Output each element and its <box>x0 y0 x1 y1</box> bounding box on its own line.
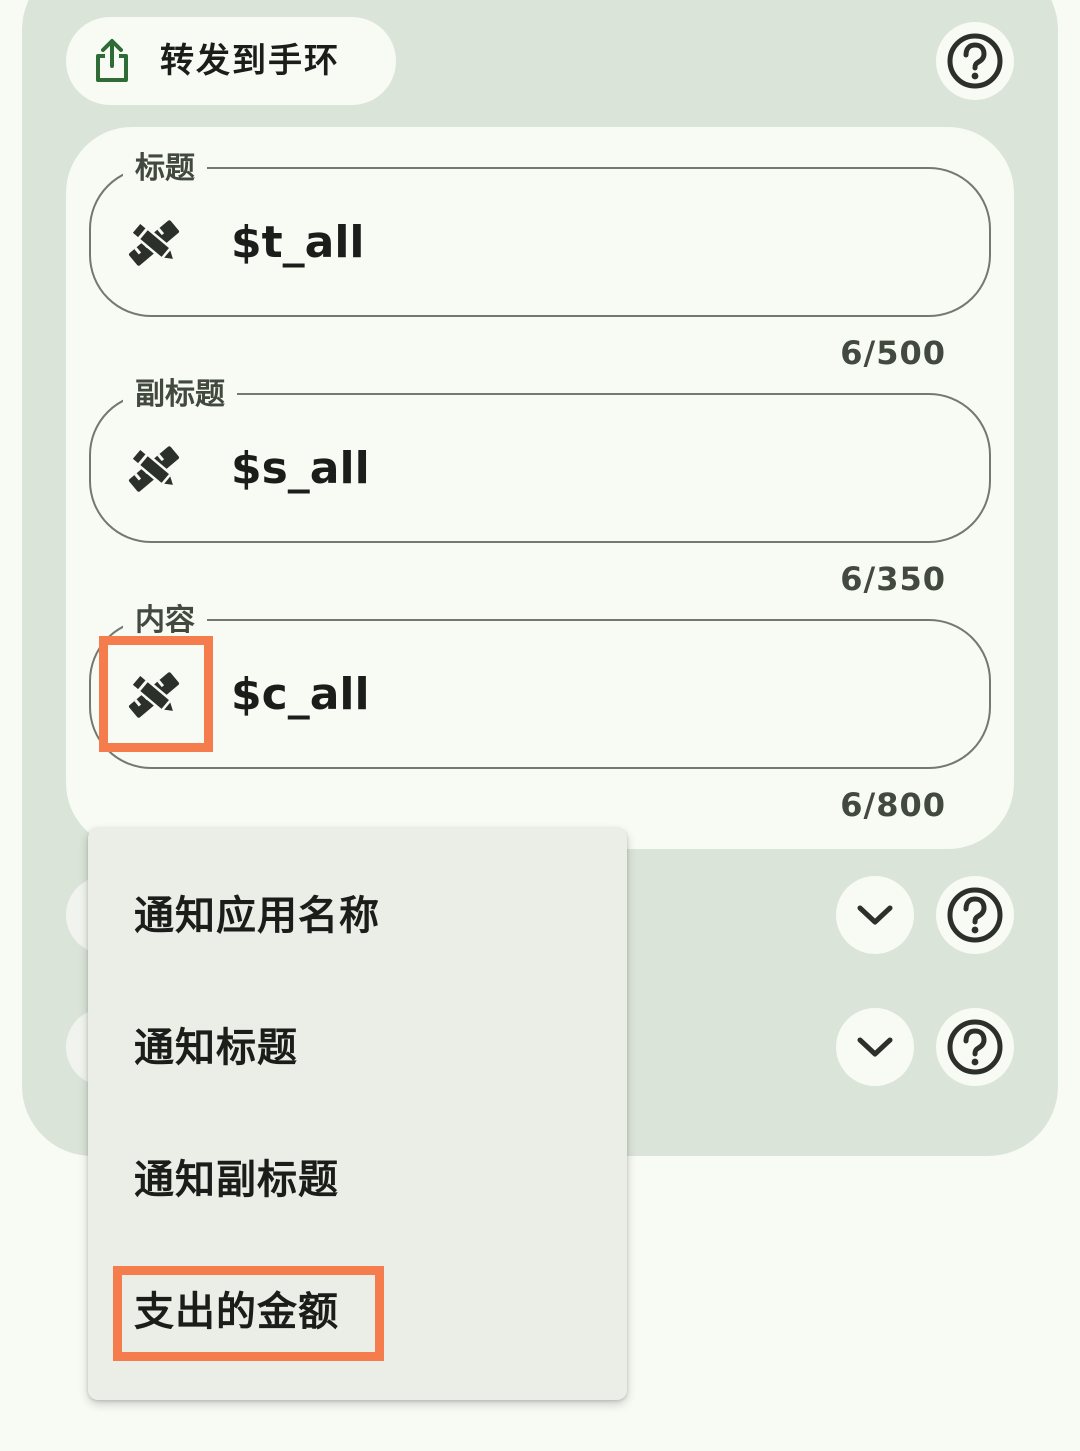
menu-item-app-name[interactable]: 通知应用名称 <box>134 890 380 942</box>
dropdown-button-2[interactable] <box>836 1008 914 1086</box>
help-circle-icon <box>947 1019 1003 1075</box>
help-button-2[interactable] <box>936 1008 1014 1086</box>
menu-item-notification-subtitle[interactable]: 通知副标题 <box>134 1154 339 1206</box>
icon-highlight-box <box>99 636 213 752</box>
title-field-value[interactable]: $t_all <box>231 215 365 271</box>
subtitle-field[interactable]: 副标题 $s_all <box>89 377 991 543</box>
dropdown-button-1[interactable] <box>836 876 914 954</box>
content-field-label: 内容 <box>123 603 207 639</box>
content-char-counter: 6/800 <box>840 786 946 824</box>
share-icon <box>96 39 128 82</box>
forward-to-band-label: 转发到手环 <box>160 41 340 81</box>
content-field[interactable]: 内容 $c_all <box>89 603 991 769</box>
chevron-down-icon <box>857 905 893 925</box>
title-field[interactable]: 标题 $t_all <box>89 151 991 317</box>
forward-help-button[interactable] <box>936 22 1014 100</box>
help-circle-icon <box>947 887 1003 943</box>
pencil-ruler-icon[interactable] <box>125 217 183 269</box>
pencil-ruler-icon[interactable] <box>125 443 183 495</box>
subtitle-field-label: 副标题 <box>123 377 237 413</box>
help-button-1[interactable] <box>936 876 1014 954</box>
menu-item-notification-title[interactable]: 通知标题 <box>134 1022 298 1074</box>
subtitle-field-value[interactable]: $s_all <box>231 441 370 497</box>
chevron-down-icon <box>857 1037 893 1057</box>
subtitle-char-counter: 6/350 <box>840 560 946 598</box>
content-field-value[interactable]: $c_all <box>231 667 370 723</box>
title-char-counter: 6/500 <box>840 334 946 372</box>
help-circle-icon <box>947 33 1003 89</box>
title-field-label: 标题 <box>123 151 207 187</box>
menu-item-highlight-box <box>113 1266 384 1361</box>
